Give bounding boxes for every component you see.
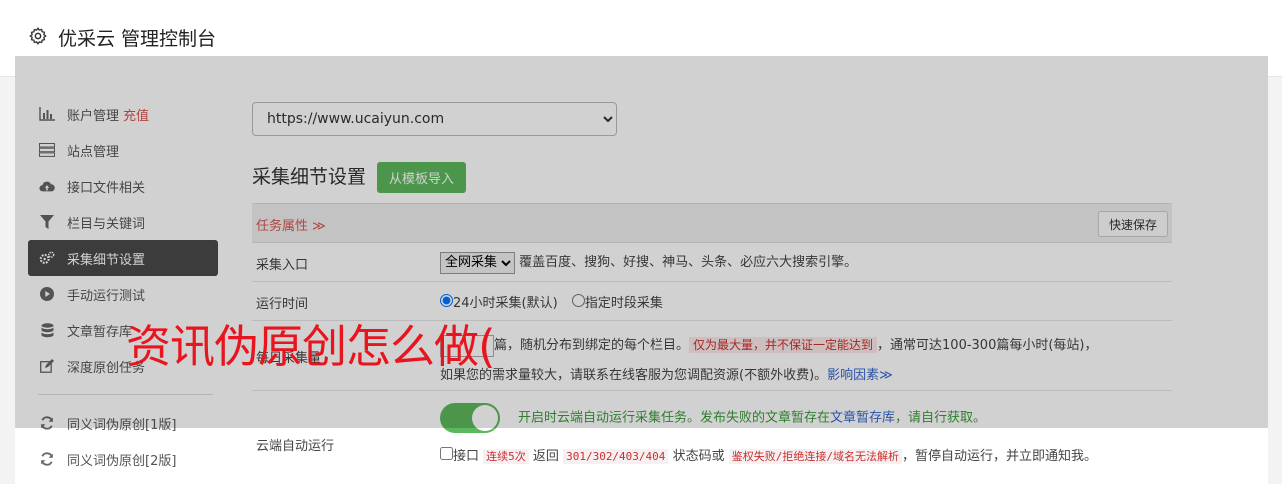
entry-row: 采集入口 全网采集 覆盖百度、搜狗、好搜、神马、头条、必应六大搜索引擎。 [252,243,1172,282]
task-attributes-toggle[interactable]: 任务属性 ≫ [256,215,326,234]
import-template-button[interactable]: 从模板导入 [377,162,467,193]
check-text-a: 接口 [453,449,480,464]
time-radio-24h[interactable] [440,294,453,307]
play-icon [39,286,55,302]
volume-warning: 仅为最大量，并不保证一定能达到 [689,337,878,353]
sidebar-item-label: 同义词伪原创[2版] [67,453,177,469]
cloud-auto-run-toggle[interactable] [440,403,500,433]
time-value: 24小时采集(默认) 指定时段采集 [440,292,1172,311]
refresh-icon [39,415,55,431]
database-icon [39,322,55,338]
volume-value: 篇，随机分布到绑定的每个栏目。 仅为最大量，并不保证一定能达到 ，通常可达100-3… [440,330,1172,391]
check-text-b: 返回 [532,449,559,464]
entry-select[interactable]: 全网采集 [440,251,515,274]
page-title: 优采云 管理控制台 [58,28,217,50]
time-option-24h[interactable]: 24小时采集(默认) [440,294,558,311]
cloud-label: 云端自动运行 [256,439,335,454]
sidebar-item-label: 账户管理 [67,108,120,124]
sidebar-item-synonym-v1[interactable]: 同义词伪原创[1版] [28,405,218,441]
filter-icon [39,214,55,230]
time-radio-scheduled[interactable] [571,294,585,307]
entry-description: 覆盖百度、搜狗、好搜、神马、头条、必应六大搜索引擎。 [519,255,858,270]
sidebar-item-label: 采集细节设置 [67,252,146,268]
check-code-2: 301/302/403/404 [563,449,669,464]
sidebar: 账户管理 充值 站点管理 接口文件相关 栏目与关键词 采集细节设置 手动运行测试… [28,96,218,477]
cloud-toggle-text-b: 发布失败的文章暂存在 [700,410,831,426]
sidebar-item-manual-run[interactable]: 手动运行测试 [28,276,218,312]
time-option-scheduled-label: 指定时段采集 [584,296,663,311]
refresh-icon [39,451,55,467]
cogs-icon [39,250,55,266]
check-code-1: 连续5次 [483,449,529,464]
factors-link[interactable]: 影响因素≫ [827,368,893,383]
check-text-c: 状态码或 [672,449,725,464]
article-store-link[interactable]: 文章暂存库 [830,411,895,426]
bar-chart-icon [39,106,55,122]
site-select[interactable]: https://www.ucaiyun.com [252,102,617,136]
sidebar-item-label: 栏目与关键词 [67,216,146,232]
volume-line-2: 如果您的需求量较大，请联系在线客服为您调配资源(不额外收费)。影响因素≫ [440,361,1172,391]
server-icon [39,142,55,158]
volume-text-1: 篇，随机分布到绑定的每个栏目。 [494,338,690,353]
sidebar-item-collect-settings[interactable]: 采集细节设置 [28,240,218,276]
volume-text-3: 如果您的需求量较大，请联系在线客服为您调配资源(不额外收费)。 [440,368,828,383]
sidebar-item-label: 站点管理 [67,144,120,160]
entry-value: 全网采集 覆盖百度、搜狗、好搜、神马、头条、必应六大搜索引擎。 [440,251,1172,274]
sidebar-item-synonym-v2[interactable]: 同义词伪原创[2版] [28,441,218,477]
cloud-toggle-text-c: ，请自行获取。 [895,410,987,426]
entry-label: 采集入口 [256,258,309,273]
recharge-link[interactable]: 充值 [123,105,149,124]
edit-icon [39,358,55,374]
cloud-row: 云端自动运行 开启时云端自动运行采集任务。发布失败的文章暂存在文章暂存库，请自行… [252,391,1172,481]
section-title: 采集细节设置 [252,166,367,188]
time-option-scheduled[interactable]: 指定时段采集 [571,294,663,311]
sidebar-divider [38,394,213,395]
sidebar-item-label: 接口文件相关 [67,180,146,196]
pause-notify-checkbox[interactable] [440,447,453,460]
cloud-upload-icon [39,178,55,194]
task-attributes-bar: 任务属性 ≫ 快速保存 [252,203,1172,243]
sidebar-item-sites[interactable]: 站点管理 [28,132,218,168]
sidebar-item-columns[interactable]: 栏目与关键词 [28,204,218,240]
sidebar-item-account[interactable]: 账户管理 充值 [28,96,218,132]
gear-icon [29,27,47,45]
toggle-knob [472,405,498,431]
check-text-d: ，暂停自动运行，并立即通知我。 [901,449,1097,464]
check-code-3: 鉴权失败/拒绝连接/域名无法解析 [728,449,902,464]
sidebar-item-label: 同义词伪原创[1版] [67,417,177,433]
quick-save-button[interactable]: 快速保存 [1097,211,1168,237]
cloud-value: 开启时云端自动运行采集任务。发布失败的文章暂存在文章暂存库，请自行获取。 接口 … [440,403,1172,464]
cloud-toggle-line: 开启时云端自动运行采集任务。发布失败的文章暂存在文章暂存库，请自行获取。 [440,403,1172,433]
sidebar-item-label: 手动运行测试 [67,288,146,304]
content-panel: 账户管理 充值 站点管理 接口文件相关 栏目与关键词 采集细节设置 手动运行测试… [15,56,1268,484]
volume-text-2: ，通常可达100-300篇每小时(每站)， [877,338,1098,353]
cloud-toggle-text-a: 开启时云端自动运行采集任务。 [518,410,701,426]
time-option-24h-label: 24小时采集(默认) [453,296,558,311]
volume-line-1: 篇，随机分布到绑定的每个栏目。 仅为最大量，并不保证一定能达到 ，通常可达100-3… [440,330,1172,361]
cloud-check-line: 接口 连续5次 返回 301/302/403/404 状态码或 鉴权失败/拒绝连… [440,445,1172,464]
sidebar-item-interface[interactable]: 接口文件相关 [28,168,218,204]
watermark-text: 资讯伪原创怎么做( [126,320,496,373]
sidebar-item-label: 文章暂存库 [67,324,133,340]
